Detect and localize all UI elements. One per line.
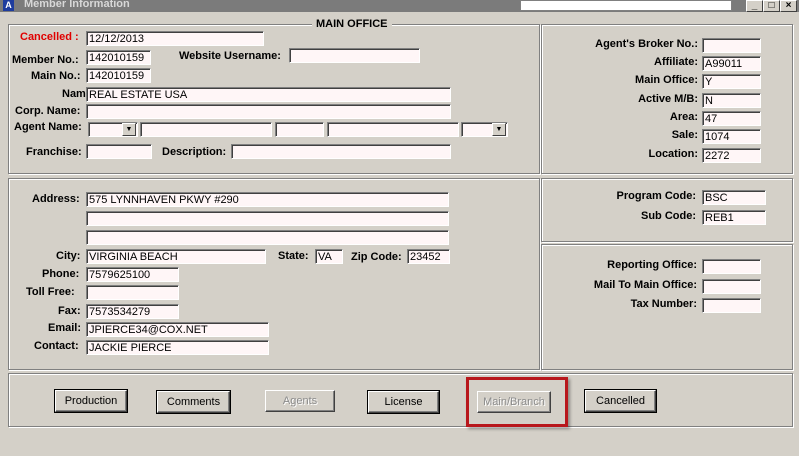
fax-field[interactable]: 7573534279 bbox=[86, 304, 179, 319]
cancelled-date-field[interactable]: 12/12/2013 bbox=[86, 31, 264, 46]
address-label: Address: bbox=[32, 193, 80, 205]
agent-name-label: Agent Name: bbox=[14, 121, 82, 133]
location-field[interactable]: 2272 bbox=[702, 148, 761, 163]
main-branch-button[interactable]: Main/Branch bbox=[477, 391, 551, 413]
phone-field[interactable]: 7579625100 bbox=[86, 267, 179, 282]
corp-name-field[interactable] bbox=[86, 104, 451, 119]
address-line1-field[interactable]: 575 LYNNHAVEN PKWY #290 bbox=[86, 192, 449, 207]
agents-broker-no-field[interactable] bbox=[702, 38, 761, 53]
area-field[interactable]: 47 bbox=[702, 111, 761, 126]
chevron-down-icon[interactable]: ▼ bbox=[492, 123, 506, 136]
toll-free-field[interactable] bbox=[86, 285, 179, 300]
email-field[interactable]: JPIERCE34@COX.NET bbox=[86, 322, 269, 337]
title-bar: A Member Information _ □ × bbox=[0, 0, 799, 12]
reporting-office-label: Reporting Office: bbox=[607, 259, 697, 271]
website-username-label: Website Username: bbox=[179, 50, 281, 62]
zip-code-field[interactable]: 23452 bbox=[407, 249, 450, 264]
franchise-field[interactable] bbox=[86, 144, 152, 159]
active-mb-field[interactable]: N bbox=[702, 93, 761, 108]
title-search-field[interactable] bbox=[520, 0, 732, 11]
fax-label: Fax: bbox=[58, 305, 81, 317]
description-field[interactable] bbox=[231, 144, 451, 159]
mail-to-main-office-field[interactable] bbox=[702, 279, 761, 294]
sub-code-label: Sub Code: bbox=[641, 210, 696, 222]
phone-label: Phone: bbox=[42, 268, 80, 280]
production-button[interactable]: Production bbox=[55, 390, 127, 412]
area-label: Area: bbox=[669, 111, 698, 123]
toll-free-label: Toll Free: bbox=[26, 286, 75, 298]
email-label: Email: bbox=[48, 322, 82, 334]
city-field[interactable]: VIRGINIA BEACH bbox=[86, 249, 266, 264]
affiliate-field[interactable]: A99011 bbox=[702, 56, 761, 71]
comments-button[interactable]: Comments bbox=[157, 391, 230, 413]
description-label: Description: bbox=[162, 146, 227, 158]
zip-code-label: Zip Code: bbox=[351, 251, 402, 263]
franchise-label: Franchise: bbox=[26, 146, 82, 158]
agent-first-name-field[interactable] bbox=[140, 122, 272, 137]
member-no-label: Member No.: bbox=[12, 54, 79, 66]
website-username-field[interactable] bbox=[289, 48, 420, 63]
member-no-field[interactable]: 142010159 bbox=[86, 50, 151, 65]
state-field[interactable]: VA bbox=[315, 249, 343, 264]
sub-code-field[interactable]: REB1 bbox=[702, 210, 766, 225]
tax-number-field[interactable] bbox=[702, 298, 761, 313]
window-title: Member Information bbox=[24, 0, 130, 10]
sale-field[interactable]: 1074 bbox=[702, 129, 761, 144]
location-label: Location: bbox=[648, 148, 699, 160]
minimize-icon[interactable]: _ bbox=[746, 0, 763, 12]
name-field[interactable]: REAL ESTATE USA bbox=[86, 87, 451, 102]
cancelled-label: Cancelled : bbox=[20, 31, 79, 43]
contact-field[interactable]: JACKIE PIERCE bbox=[86, 340, 269, 355]
reporting-office-field[interactable] bbox=[702, 259, 761, 274]
main-office-field[interactable]: Y bbox=[702, 74, 761, 89]
main-no-field[interactable]: 142010159 bbox=[86, 68, 151, 83]
agent-middle-name-field[interactable] bbox=[275, 122, 324, 137]
program-code-label: Program Code: bbox=[616, 190, 696, 202]
agents-broker-no-label: Agent's Broker No.: bbox=[595, 38, 698, 50]
address-line3-field[interactable] bbox=[86, 230, 449, 245]
agent-last-name-field[interactable] bbox=[327, 122, 459, 137]
tax-number-label: Tax Number: bbox=[630, 298, 697, 310]
city-label: City: bbox=[56, 250, 81, 262]
maximize-icon[interactable]: □ bbox=[763, 0, 780, 12]
agents-button[interactable]: Agents bbox=[265, 390, 335, 412]
sale-label: Sale: bbox=[671, 129, 698, 141]
address-line2-field[interactable] bbox=[86, 211, 449, 226]
state-label: State: bbox=[278, 250, 309, 262]
contact-label: Contact: bbox=[34, 340, 79, 352]
active-mb-label: Active M/B: bbox=[638, 93, 698, 105]
chevron-down-icon[interactable]: ▼ bbox=[122, 123, 136, 136]
section-title: MAIN OFFICE bbox=[312, 18, 392, 30]
main-no-label: Main No.: bbox=[31, 70, 81, 82]
cancelled-button[interactable]: Cancelled bbox=[585, 390, 656, 412]
program-code-field[interactable]: BSC bbox=[702, 190, 766, 205]
corp-name-label: Corp. Name: bbox=[15, 105, 81, 117]
close-icon[interactable]: × bbox=[780, 0, 797, 12]
main-office-label: Main Office: bbox=[635, 74, 698, 86]
app-icon: A bbox=[3, 0, 14, 11]
mail-to-main-office-label: Mail To Main Office: bbox=[593, 279, 697, 291]
affiliate-label: Affiliate: bbox=[654, 56, 698, 68]
license-button[interactable]: License bbox=[368, 391, 439, 413]
